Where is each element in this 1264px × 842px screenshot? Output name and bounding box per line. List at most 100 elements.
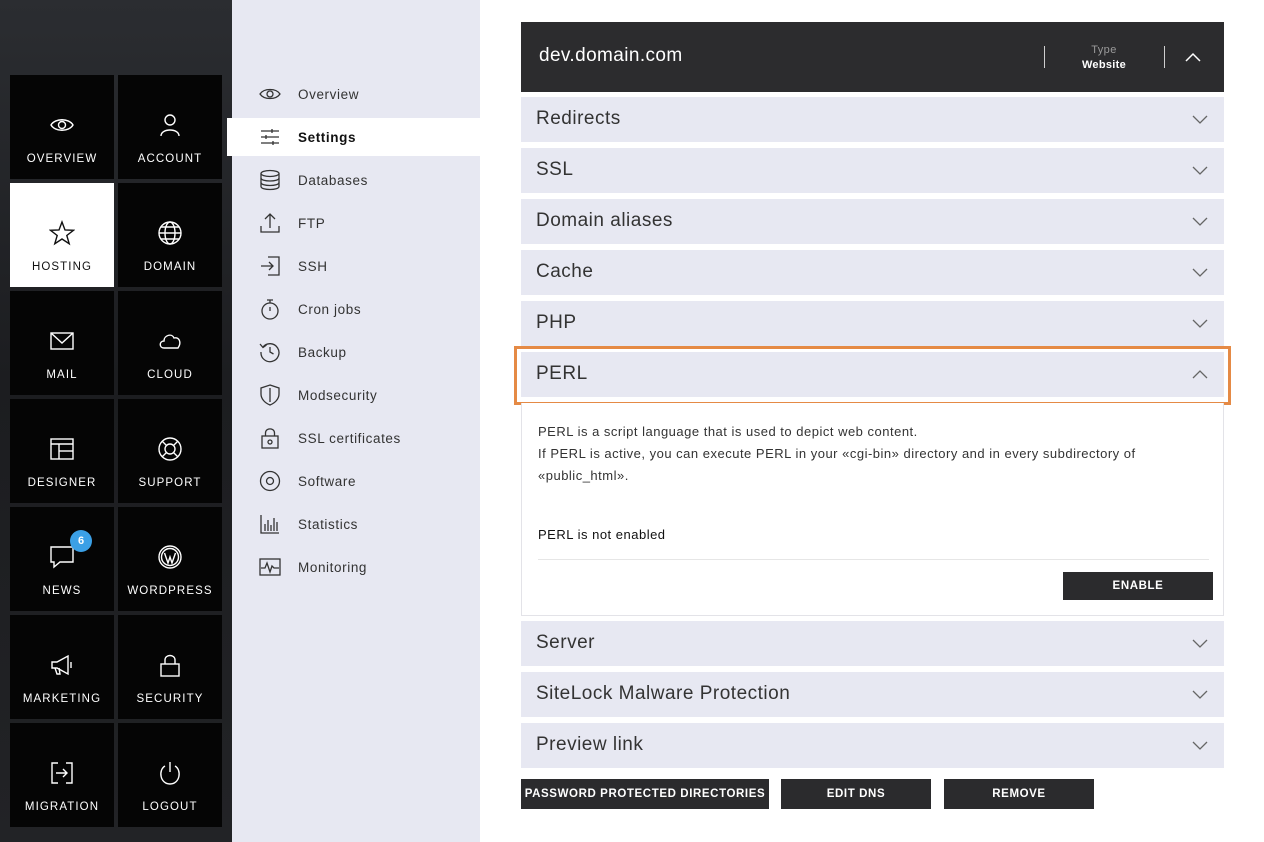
layout-icon [48, 435, 76, 463]
section-cache[interactable]: Cache [521, 250, 1224, 295]
tile-label: WORDPRESS [127, 585, 213, 597]
section-title: Domain aliases [536, 210, 673, 231]
menu-item-ssl-certificates[interactable]: SSL certificates [232, 419, 480, 457]
enable-perl-button[interactable]: ENABLE [1063, 572, 1213, 600]
edit-dns-button[interactable]: EDIT DNS [781, 779, 931, 809]
menu-item-cron-jobs[interactable]: Cron jobs [232, 290, 480, 328]
tile-label: DESIGNER [27, 477, 97, 489]
chevron-down-icon [1192, 688, 1208, 700]
tile-migration[interactable]: MIGRATION [10, 723, 114, 827]
news-count-badge: 6 [70, 530, 92, 552]
main-tile-navigation: OVERVIEW ACCOUNT HOSTING DOMAIN MAIL CLO… [0, 0, 232, 842]
power-icon [156, 759, 184, 787]
tile-news[interactable]: 6 NEWS [10, 507, 114, 611]
tile-cloud[interactable]: CLOUD [118, 291, 222, 395]
menu-item-label: Cron jobs [298, 301, 362, 317]
user-icon [156, 111, 184, 139]
lock-icon [156, 651, 184, 679]
tile-support[interactable]: SUPPORT [118, 399, 222, 503]
menu-item-label: Backup [298, 344, 347, 360]
tile-label: LOGOUT [142, 801, 198, 813]
remove-button[interactable]: REMOVE [944, 779, 1094, 809]
tile-label: NEWS [42, 585, 82, 597]
menu-item-label: SSL certificates [298, 430, 401, 446]
section-sitelock[interactable]: SiteLock Malware Protection [521, 672, 1224, 717]
section-server[interactable]: Server [521, 621, 1224, 666]
perl-panel: PERL is a script language that is used t… [521, 403, 1224, 616]
perl-status-text: PERL is not enabled [538, 527, 666, 542]
tile-label: MAIL [46, 369, 78, 381]
section-domain-aliases[interactable]: Domain aliases [521, 199, 1224, 244]
tile-wordpress[interactable]: WORDPRESS [118, 507, 222, 611]
chevron-down-icon [1192, 113, 1208, 125]
section-title: PHP [536, 312, 577, 333]
section-title: Redirects [536, 108, 621, 129]
menu-item-label: Databases [298, 172, 368, 188]
chevron-down-icon [1192, 164, 1208, 176]
section-title: Preview link [536, 734, 644, 755]
chevron-down-icon [1192, 215, 1208, 227]
section-preview-link[interactable]: Preview link [521, 723, 1224, 768]
tile-hosting[interactable]: HOSTING [10, 183, 114, 287]
tile-marketing[interactable]: MARKETING [10, 615, 114, 719]
collapse-domain-button[interactable] [1183, 48, 1203, 66]
megaphone-icon [48, 651, 76, 679]
menu-item-label: Monitoring [298, 559, 368, 575]
tile-security[interactable]: SECURITY [118, 615, 222, 719]
tile-label: MARKETING [22, 693, 102, 705]
menu-item-modsecurity[interactable]: Modsecurity [232, 376, 480, 414]
disc-icon [258, 469, 282, 493]
menu-item-ftp[interactable]: FTP [232, 204, 480, 242]
menu-item-statistics[interactable]: Statistics [232, 505, 480, 543]
tile-designer[interactable]: DESIGNER [10, 399, 114, 503]
chevron-down-icon [1192, 266, 1208, 278]
tile-account[interactable]: ACCOUNT [118, 75, 222, 179]
bar-chart-icon [258, 512, 282, 536]
section-title: Cache [536, 261, 594, 282]
chat-bubble-icon: 6 [48, 530, 92, 571]
menu-item-overview[interactable]: Overview [232, 75, 480, 113]
tile-domain[interactable]: DOMAIN [118, 183, 222, 287]
tile-label: MIGRATION [24, 801, 100, 813]
menu-item-label: Overview [298, 86, 360, 102]
tile-label: SUPPORT [138, 477, 202, 489]
tile-mail[interactable]: MAIL [10, 291, 114, 395]
star-icon [48, 219, 76, 247]
domain-name: dev.domain.com [539, 45, 683, 66]
password-protected-directories-button[interactable]: PASSWORD PROTECTED DIRECTORIES [521, 779, 769, 809]
chevron-up-icon [1192, 368, 1208, 380]
tile-label: OVERVIEW [26, 153, 98, 165]
section-php[interactable]: PHP [521, 301, 1224, 346]
menu-item-label: Statistics [298, 516, 359, 532]
menu-item-monitoring[interactable]: Monitoring [232, 548, 480, 586]
stopwatch-icon [258, 297, 282, 321]
section-ssl[interactable]: SSL [521, 148, 1224, 193]
tile-label: SECURITY [136, 693, 204, 705]
section-perl[interactable]: PERL [521, 352, 1224, 397]
envelope-icon [48, 327, 76, 355]
section-title: SSL [536, 159, 574, 180]
tile-label: ACCOUNT [137, 153, 203, 165]
tile-logout[interactable]: LOGOUT [118, 723, 222, 827]
shield-icon [258, 383, 282, 407]
section-redirects[interactable]: Redirects [521, 97, 1224, 142]
chevron-up-icon [1185, 52, 1201, 62]
tile-label: CLOUD [147, 369, 193, 381]
perl-description-line: PERL is a script language that is used t… [538, 424, 918, 439]
tile-label: HOSTING [31, 261, 93, 273]
menu-item-software[interactable]: Software [232, 462, 480, 500]
menu-item-label: Modsecurity [298, 387, 378, 403]
type-label: Type [1091, 44, 1117, 56]
wordpress-icon [156, 543, 184, 571]
menu-item-ssh[interactable]: SSH [232, 247, 480, 285]
menu-item-databases[interactable]: Databases [232, 161, 480, 199]
tile-label: DOMAIN [143, 261, 197, 273]
type-value: Website [1081, 59, 1127, 71]
eye-icon [48, 111, 76, 139]
domain-header: dev.domain.com Type Website [521, 22, 1224, 92]
perl-description: PERL is a script language that is used t… [538, 421, 1208, 487]
menu-item-label: SSH [298, 258, 328, 274]
menu-item-backup[interactable]: Backup [232, 333, 480, 371]
menu-item-settings[interactable]: Settings [227, 118, 480, 156]
tile-overview[interactable]: OVERVIEW [10, 75, 114, 179]
